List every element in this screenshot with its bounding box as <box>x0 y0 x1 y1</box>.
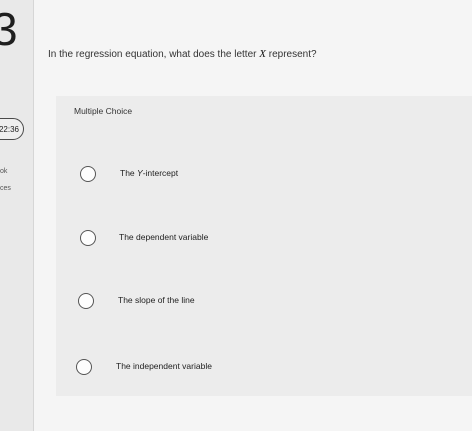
question-text: In the regression equation, what does th… <box>48 48 317 60</box>
multiple-choice-panel: Multiple Choice The Y-intercept The depe… <box>56 96 472 396</box>
option-y-intercept[interactable]: The Y-intercept <box>56 166 472 202</box>
option-independent-variable[interactable]: The independent variable <box>56 359 472 395</box>
option-dependent-variable[interactable]: The dependent variable <box>56 230 472 266</box>
question-variable: X <box>259 48 266 60</box>
sidebar: 3 22:36 ok ces <box>0 0 34 431</box>
option-slope[interactable]: The slope of the line <box>56 293 472 329</box>
radio-button[interactable] <box>80 166 96 182</box>
question-number: 3 <box>0 3 18 55</box>
option-label: The slope of the line <box>118 295 195 305</box>
question-text-after: represent? <box>265 49 317 60</box>
multiple-choice-label: Multiple Choice <box>74 106 133 116</box>
sidebar-partial-text[interactable]: ces <box>0 185 11 192</box>
option-label: The independent variable <box>116 361 212 371</box>
radio-button[interactable] <box>76 359 92 375</box>
radio-button[interactable] <box>78 293 94 309</box>
sidebar-partial-text[interactable]: ok <box>0 168 7 175</box>
option-label: The dependent variable <box>119 232 209 242</box>
question-text-before: In the regression equation, what does th… <box>48 49 260 60</box>
timer-badge: 22:36 <box>0 118 24 140</box>
option-label: The Y-intercept <box>120 168 179 178</box>
radio-button[interactable] <box>80 230 96 246</box>
main-content: In the regression equation, what does th… <box>34 0 472 431</box>
